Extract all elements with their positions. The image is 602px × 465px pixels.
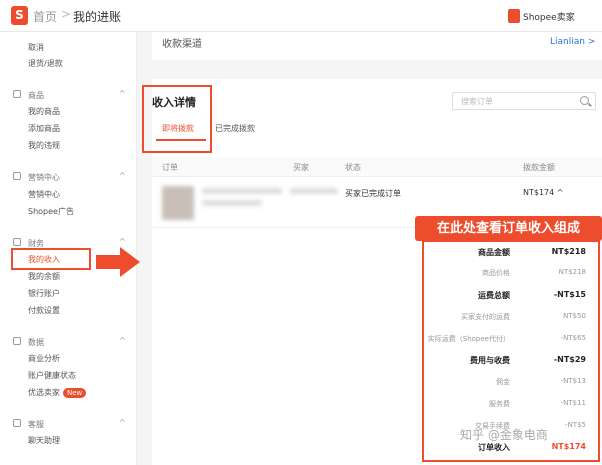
column-buyer: 买家 bbox=[293, 163, 309, 172]
sidebar-section-service[interactable]: 客服 bbox=[28, 419, 44, 430]
breakdown-label: 买家支付的运费 bbox=[461, 313, 510, 321]
table-header: 订单 买家 状态 拨款金额 bbox=[152, 157, 602, 177]
breakdown-value: -NT$5 bbox=[565, 421, 586, 429]
breakdown-value: -NT$65 bbox=[560, 334, 586, 342]
tag-icon bbox=[13, 172, 21, 180]
search-placeholder: 搜索订单 bbox=[461, 97, 493, 106]
chevron-up-icon[interactable]: ^ bbox=[119, 237, 126, 246]
sidebar-item-business-insights[interactable]: 商业分析 bbox=[28, 353, 60, 364]
order-status: 买家已完成订单 bbox=[345, 189, 401, 198]
breakdown-label: 服务费 bbox=[489, 400, 510, 408]
column-order: 订单 bbox=[162, 163, 178, 172]
sidebar-item-bank-account[interactable]: 银行账户 bbox=[28, 288, 60, 299]
breakdown-value: -NT$13 bbox=[560, 377, 586, 385]
sidebar-section-data[interactable]: 数据 bbox=[28, 337, 44, 348]
chevron-up-icon[interactable]: ^ bbox=[119, 89, 126, 98]
breadcrumb-current: 我的进账 bbox=[73, 10, 122, 24]
sidebar-item-account-health[interactable]: 账户健康状态 bbox=[28, 370, 76, 381]
search-icon[interactable] bbox=[580, 96, 589, 105]
breakdown-value: NT$218 bbox=[558, 268, 586, 276]
sidebar-item-payment-settings[interactable]: 付款设置 bbox=[28, 305, 60, 316]
order-search-input[interactable]: 搜索订单 bbox=[452, 92, 596, 110]
order-info-blurred bbox=[202, 188, 282, 194]
headset-icon bbox=[13, 419, 21, 427]
shopee-bag-icon bbox=[508, 9, 520, 23]
arrow-right-icon bbox=[96, 247, 140, 277]
watermark: 知乎 @金象电商 bbox=[460, 428, 548, 442]
sidebar-item-cancel[interactable]: 取消 bbox=[28, 42, 44, 53]
callout-banner: 在此处查看订单收入组成 bbox=[415, 216, 602, 241]
sidebar-item-my-balance[interactable]: 我的余额 bbox=[28, 271, 60, 282]
page-title: 收入详情 bbox=[152, 96, 196, 109]
tab-upcoming-payout[interactable]: 即将拨款 bbox=[162, 123, 194, 134]
breakdown-total-value: NT$174 bbox=[551, 442, 586, 451]
payment-channel-strip: 收款渠道 Lianlian > bbox=[152, 32, 602, 60]
active-tab-indicator bbox=[156, 139, 206, 141]
payment-channel-label: 收款渠道 bbox=[162, 39, 202, 50]
sidebar-item-my-products[interactable]: 我的商品 bbox=[28, 106, 60, 117]
breakdown-label: 费用与收费 bbox=[470, 356, 510, 365]
my-income-highlight-box bbox=[11, 248, 91, 270]
sidebar-item-chat-assistant[interactable]: 聊天助理 bbox=[28, 435, 60, 446]
chevron-up-icon[interactable]: ^ bbox=[119, 418, 126, 427]
chevron-up-icon[interactable]: ^ bbox=[119, 171, 126, 180]
breakdown-label: 实际运费（Shopee代付） bbox=[427, 335, 510, 343]
sidebar-item-add-product[interactable]: 添加商品 bbox=[28, 123, 60, 134]
breakdown-label: 商品金额 bbox=[478, 248, 510, 257]
sidebar-item-preferred-seller[interactable]: 优选卖家 New bbox=[28, 387, 87, 398]
sidebar-section-marketing[interactable]: 营销中心 bbox=[28, 172, 60, 183]
wallet-icon bbox=[13, 238, 21, 246]
lianlian-link[interactable]: Lianlian > bbox=[550, 37, 595, 47]
sidebar-item-marketing-center[interactable]: 营销中心 bbox=[28, 189, 60, 200]
chart-icon bbox=[13, 337, 21, 345]
product-icon bbox=[13, 90, 21, 98]
column-status: 状态 bbox=[345, 163, 361, 172]
sidebar-item-shopee-ads[interactable]: Shopee广告 bbox=[28, 206, 74, 217]
sidebar-section-products[interactable]: 商品 bbox=[28, 90, 44, 101]
breakdown-value: -NT$15 bbox=[553, 290, 586, 299]
column-payout-amount: 拨款金额 bbox=[523, 163, 555, 172]
sidebar-item-violations[interactable]: 我的违规 bbox=[28, 140, 60, 151]
breakdown-value: -NT$11 bbox=[560, 399, 586, 407]
seller-center-label[interactable]: Shopee卖家 bbox=[523, 10, 575, 23]
breakdown-value: NT$50 bbox=[563, 312, 586, 320]
preferred-seller-label: 优选卖家 bbox=[28, 388, 60, 397]
breakdown-total-label: 订单收入 bbox=[478, 443, 510, 452]
breadcrumb-separator: > bbox=[61, 7, 72, 21]
top-bar: S 首页 > 我的进账 Shopee卖家 bbox=[0, 0, 602, 32]
breadcrumb-home[interactable]: 首页 bbox=[33, 8, 57, 25]
buyer-name-blurred bbox=[290, 188, 338, 194]
breakdown-value: NT$218 bbox=[551, 247, 586, 256]
product-thumbnail bbox=[162, 186, 194, 220]
sidebar-item-returns[interactable]: 退货/退款 bbox=[28, 58, 63, 69]
payout-amount-toggle[interactable]: NT$174 ^ bbox=[523, 188, 563, 197]
shopee-logo-icon[interactable]: S bbox=[11, 6, 28, 25]
breakdown-label: 商品价格 bbox=[482, 269, 510, 277]
breakdown-label: 运费总额 bbox=[478, 291, 510, 300]
breakdown-value: -NT$29 bbox=[553, 355, 586, 364]
chevron-up-icon[interactable]: ^ bbox=[119, 336, 126, 345]
order-info-blurred bbox=[202, 200, 262, 206]
breakdown-label: 佣金 bbox=[496, 378, 510, 386]
tab-completed-payout[interactable]: 已完成拨款 bbox=[215, 123, 255, 134]
new-badge: New bbox=[63, 388, 87, 398]
